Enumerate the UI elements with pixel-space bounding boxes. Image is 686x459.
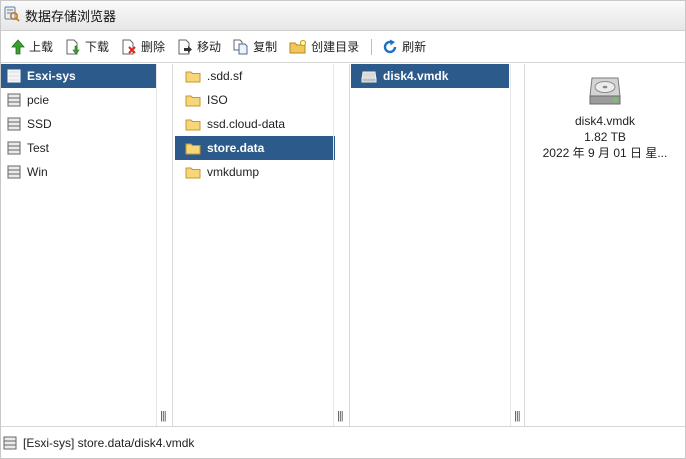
refresh-icon [383, 39, 397, 53]
copy-button[interactable]: 复制 [229, 35, 281, 59]
datastore-icon [3, 436, 17, 449]
detail-file-name: disk4.vmdk [574, 114, 636, 128]
datastore-label: Test [27, 141, 50, 155]
folder-label: ssd.cloud-data [207, 117, 286, 131]
datastore-icon [7, 69, 21, 83]
download-label: 下载 [85, 40, 110, 54]
file-label: disk4.vmdk [383, 69, 449, 83]
file-list: disk4.vmdk ||| [350, 64, 525, 428]
selected-path: [Esxi-sys] store.data/disk4.vmdk [23, 435, 195, 450]
folder-item[interactable]: store.data [175, 136, 335, 160]
upload-arrow-icon [11, 38, 25, 54]
hard-disk-icon [589, 77, 621, 105]
file-details: disk4.vmdk 1.82 TB 2022 年 9 月 01 日 星... [525, 74, 685, 161]
create-directory-button[interactable]: 创建目录 [285, 35, 363, 59]
delete-file-icon [122, 39, 136, 54]
datastore-browser-window: 数据存储浏览器 上载 下载 删除 移动 复制 创建目录 刷新 Esxi-sys … [0, 0, 686, 459]
folder-icon [185, 143, 201, 154]
file-item[interactable]: disk4.vmdk [351, 64, 509, 88]
column-splitter [510, 64, 511, 428]
datastore-label: pcie [27, 93, 50, 107]
detail-file-date: 2022 年 9 月 01 日 星... [542, 146, 668, 160]
copy-label: 复制 [253, 40, 278, 54]
window-title: 数据存储浏览器 [25, 10, 117, 25]
refresh-label: 刷新 [402, 40, 427, 54]
datastore-icon [7, 117, 21, 131]
upload-label: 上载 [29, 40, 54, 54]
detail-file-size: 1.82 TB [584, 130, 626, 144]
move-file-icon [178, 39, 193, 54]
datastore-item[interactable]: pcie [1, 88, 172, 112]
move-label: 移动 [197, 40, 222, 54]
datastore-label: Esxi-sys [27, 69, 76, 83]
refresh-button[interactable]: 刷新 [378, 35, 430, 59]
new-folder-icon [289, 39, 307, 53]
folder-item[interactable]: .sdd.sf [173, 64, 349, 88]
folder-icon [185, 167, 201, 178]
folder-icon [185, 95, 201, 106]
column-resize-grip[interactable]: ||| [514, 410, 521, 422]
column-resize-grip[interactable]: ||| [160, 410, 167, 422]
toolbar: 上载 下载 删除 移动 复制 创建目录 刷新 [1, 31, 685, 63]
folder-icon [185, 71, 201, 82]
folder-icon [185, 119, 201, 130]
delete-button[interactable]: 删除 [117, 35, 169, 59]
download-button[interactable]: 下载 [61, 35, 113, 59]
download-file-icon [66, 39, 80, 54]
upload-button[interactable]: 上载 [7, 35, 57, 59]
column-splitter [156, 64, 157, 428]
column-resize-grip[interactable]: ||| [337, 410, 344, 422]
copy-files-icon [233, 39, 248, 54]
folder-label: store.data [207, 141, 265, 155]
browser-columns: Esxi-sys pcie SSD Test Win ||| .sdd.sf I… [1, 64, 685, 428]
datastore-item[interactable]: Win [1, 160, 172, 184]
datastore-list: Esxi-sys pcie SSD Test Win ||| [1, 64, 173, 428]
disk-file-icon [361, 71, 377, 83]
toolbar-separator [371, 38, 373, 55]
delete-label: 删除 [141, 40, 166, 54]
file-details-panel: disk4.vmdk 1.82 TB 2022 年 9 月 01 日 星... [525, 64, 685, 428]
datastore-icon [7, 141, 21, 155]
folder-label: ISO [207, 93, 228, 107]
datastore-browser-icon [3, 5, 21, 26]
datastore-icon [7, 165, 21, 179]
datastore-item[interactable]: Test [1, 136, 172, 160]
folder-list: .sdd.sf ISO ssd.cloud-data store.data vm… [173, 64, 350, 428]
datastore-label: Win [27, 165, 48, 179]
folder-item[interactable]: vmkdump [173, 160, 349, 184]
datastore-item[interactable]: SSD [1, 112, 172, 136]
folder-item[interactable]: ssd.cloud-data [173, 112, 349, 136]
datastore-label: SSD [27, 117, 52, 131]
status-bar: [Esxi-sys] store.data/disk4.vmdk [1, 426, 685, 458]
folder-label: .sdd.sf [207, 69, 243, 83]
folder-item[interactable]: ISO [173, 88, 349, 112]
create-directory-label: 创建目录 [311, 40, 360, 54]
folder-label: vmkdump [207, 165, 260, 179]
datastore-icon [7, 93, 21, 107]
title-bar: 数据存储浏览器 [1, 1, 685, 31]
column-splitter [333, 64, 334, 428]
datastore-item[interactable]: Esxi-sys [1, 64, 156, 88]
move-button[interactable]: 移动 [173, 35, 225, 59]
